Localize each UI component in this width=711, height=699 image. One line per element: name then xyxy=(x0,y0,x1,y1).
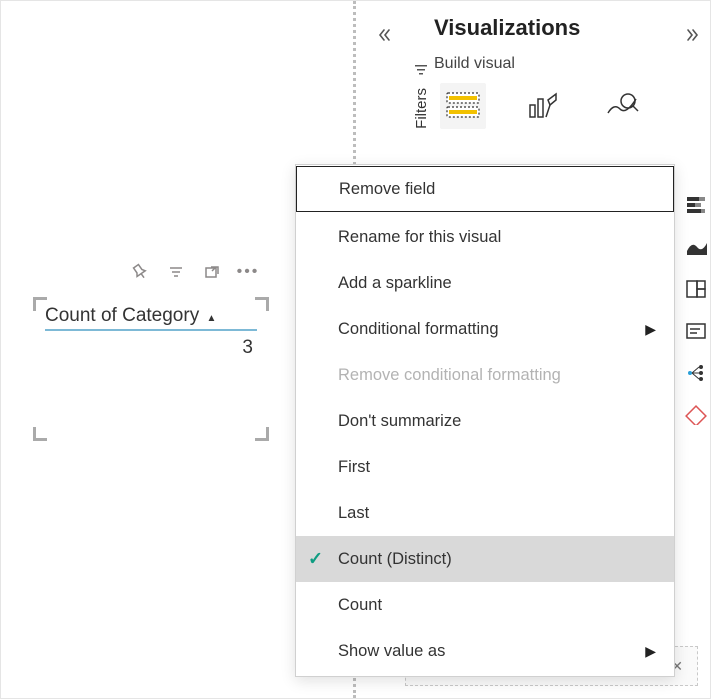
menu-item-label: Add a sparkline xyxy=(338,274,452,293)
viz-type-stacked-bar-icon[interactable] xyxy=(684,193,708,217)
panel-title: Visualizations xyxy=(434,15,682,41)
panel-tabs xyxy=(434,83,682,129)
menu-remove-field[interactable]: Remove field xyxy=(296,166,674,212)
cell-value: 3 xyxy=(45,331,257,359)
viz-type-decomposition-icon[interactable] xyxy=(684,361,708,385)
menu-item-label: Last xyxy=(338,504,369,523)
submenu-arrow-icon: ▶ xyxy=(645,643,656,660)
menu-item-label: Rename for this visual xyxy=(338,228,501,247)
menu-item-label: Remove field xyxy=(339,180,435,199)
visualization-type-strip xyxy=(682,187,710,427)
menu-item-label: Don't summarize xyxy=(338,412,461,431)
filter-icon xyxy=(414,63,428,80)
menu-item-label: Conditional formatting xyxy=(338,320,499,339)
tab-build-visual-icon[interactable] xyxy=(440,83,486,129)
column-header[interactable]: Count of Category ▲ xyxy=(45,305,257,331)
visual-toolbar: ••• xyxy=(129,261,259,283)
visualizations-panel: Visualizations Build visual xyxy=(434,15,682,129)
filters-label: Filters xyxy=(413,88,430,129)
field-context-menu: Remove field Rename for this visual Add … xyxy=(295,164,675,677)
menu-count[interactable]: Count xyxy=(296,582,674,628)
filters-pane-collapsed[interactable]: Filters xyxy=(409,63,433,129)
resize-handle-tl[interactable] xyxy=(33,297,47,311)
menu-item-label: First xyxy=(338,458,370,477)
resize-handle-tr[interactable] xyxy=(255,297,269,311)
menu-count-distinct[interactable]: ✓ Count (Distinct) xyxy=(296,536,674,582)
submenu-arrow-icon: ▶ xyxy=(645,321,656,338)
sort-ascending-icon: ▲ xyxy=(206,313,216,324)
tab-format-visual-icon[interactable] xyxy=(520,83,566,129)
viz-type-ribbon-icon[interactable] xyxy=(684,235,708,259)
menu-conditional-formatting[interactable]: Conditional formatting ▶ xyxy=(296,306,674,352)
menu-dont-summarize[interactable]: Don't summarize xyxy=(296,398,674,444)
menu-item-label: Remove conditional formatting xyxy=(338,366,561,385)
pin-icon[interactable] xyxy=(129,261,151,283)
menu-rename-for-this-visual[interactable]: Rename for this visual xyxy=(296,214,674,260)
table-visual[interactable]: Count of Category ▲ 3 xyxy=(35,299,267,439)
focus-mode-icon[interactable] xyxy=(201,261,223,283)
menu-first[interactable]: First xyxy=(296,444,674,490)
tab-analytics-icon[interactable] xyxy=(600,83,646,129)
viz-type-treemap-icon[interactable] xyxy=(684,277,708,301)
collapse-right-chevron-icon[interactable] xyxy=(680,23,704,47)
visual-inner: Count of Category ▲ 3 xyxy=(35,299,267,367)
menu-item-label: Count xyxy=(338,596,382,615)
menu-remove-conditional-formatting: Remove conditional formatting xyxy=(296,352,674,398)
panel-subtitle: Build visual xyxy=(434,55,682,73)
collapse-left-chevron-icon[interactable] xyxy=(373,23,397,47)
filter-icon[interactable] xyxy=(165,261,187,283)
menu-show-value-as[interactable]: Show value as ▶ xyxy=(296,628,674,674)
viz-type-custom-icon[interactable] xyxy=(684,403,708,427)
menu-item-label: Count (Distinct) xyxy=(338,550,452,569)
resize-handle-br[interactable] xyxy=(255,427,269,441)
more-options-icon[interactable]: ••• xyxy=(237,261,259,283)
menu-last[interactable]: Last xyxy=(296,490,674,536)
resize-handle-bl[interactable] xyxy=(33,427,47,441)
menu-add-a-sparkline[interactable]: Add a sparkline xyxy=(296,260,674,306)
checkmark-icon: ✓ xyxy=(308,549,323,570)
viz-type-card-icon[interactable] xyxy=(684,319,708,343)
app-root: Filters Visualizations Build visual xyxy=(0,0,711,699)
menu-item-label: Show value as xyxy=(338,642,445,661)
column-header-text: Count of Category xyxy=(45,305,199,326)
